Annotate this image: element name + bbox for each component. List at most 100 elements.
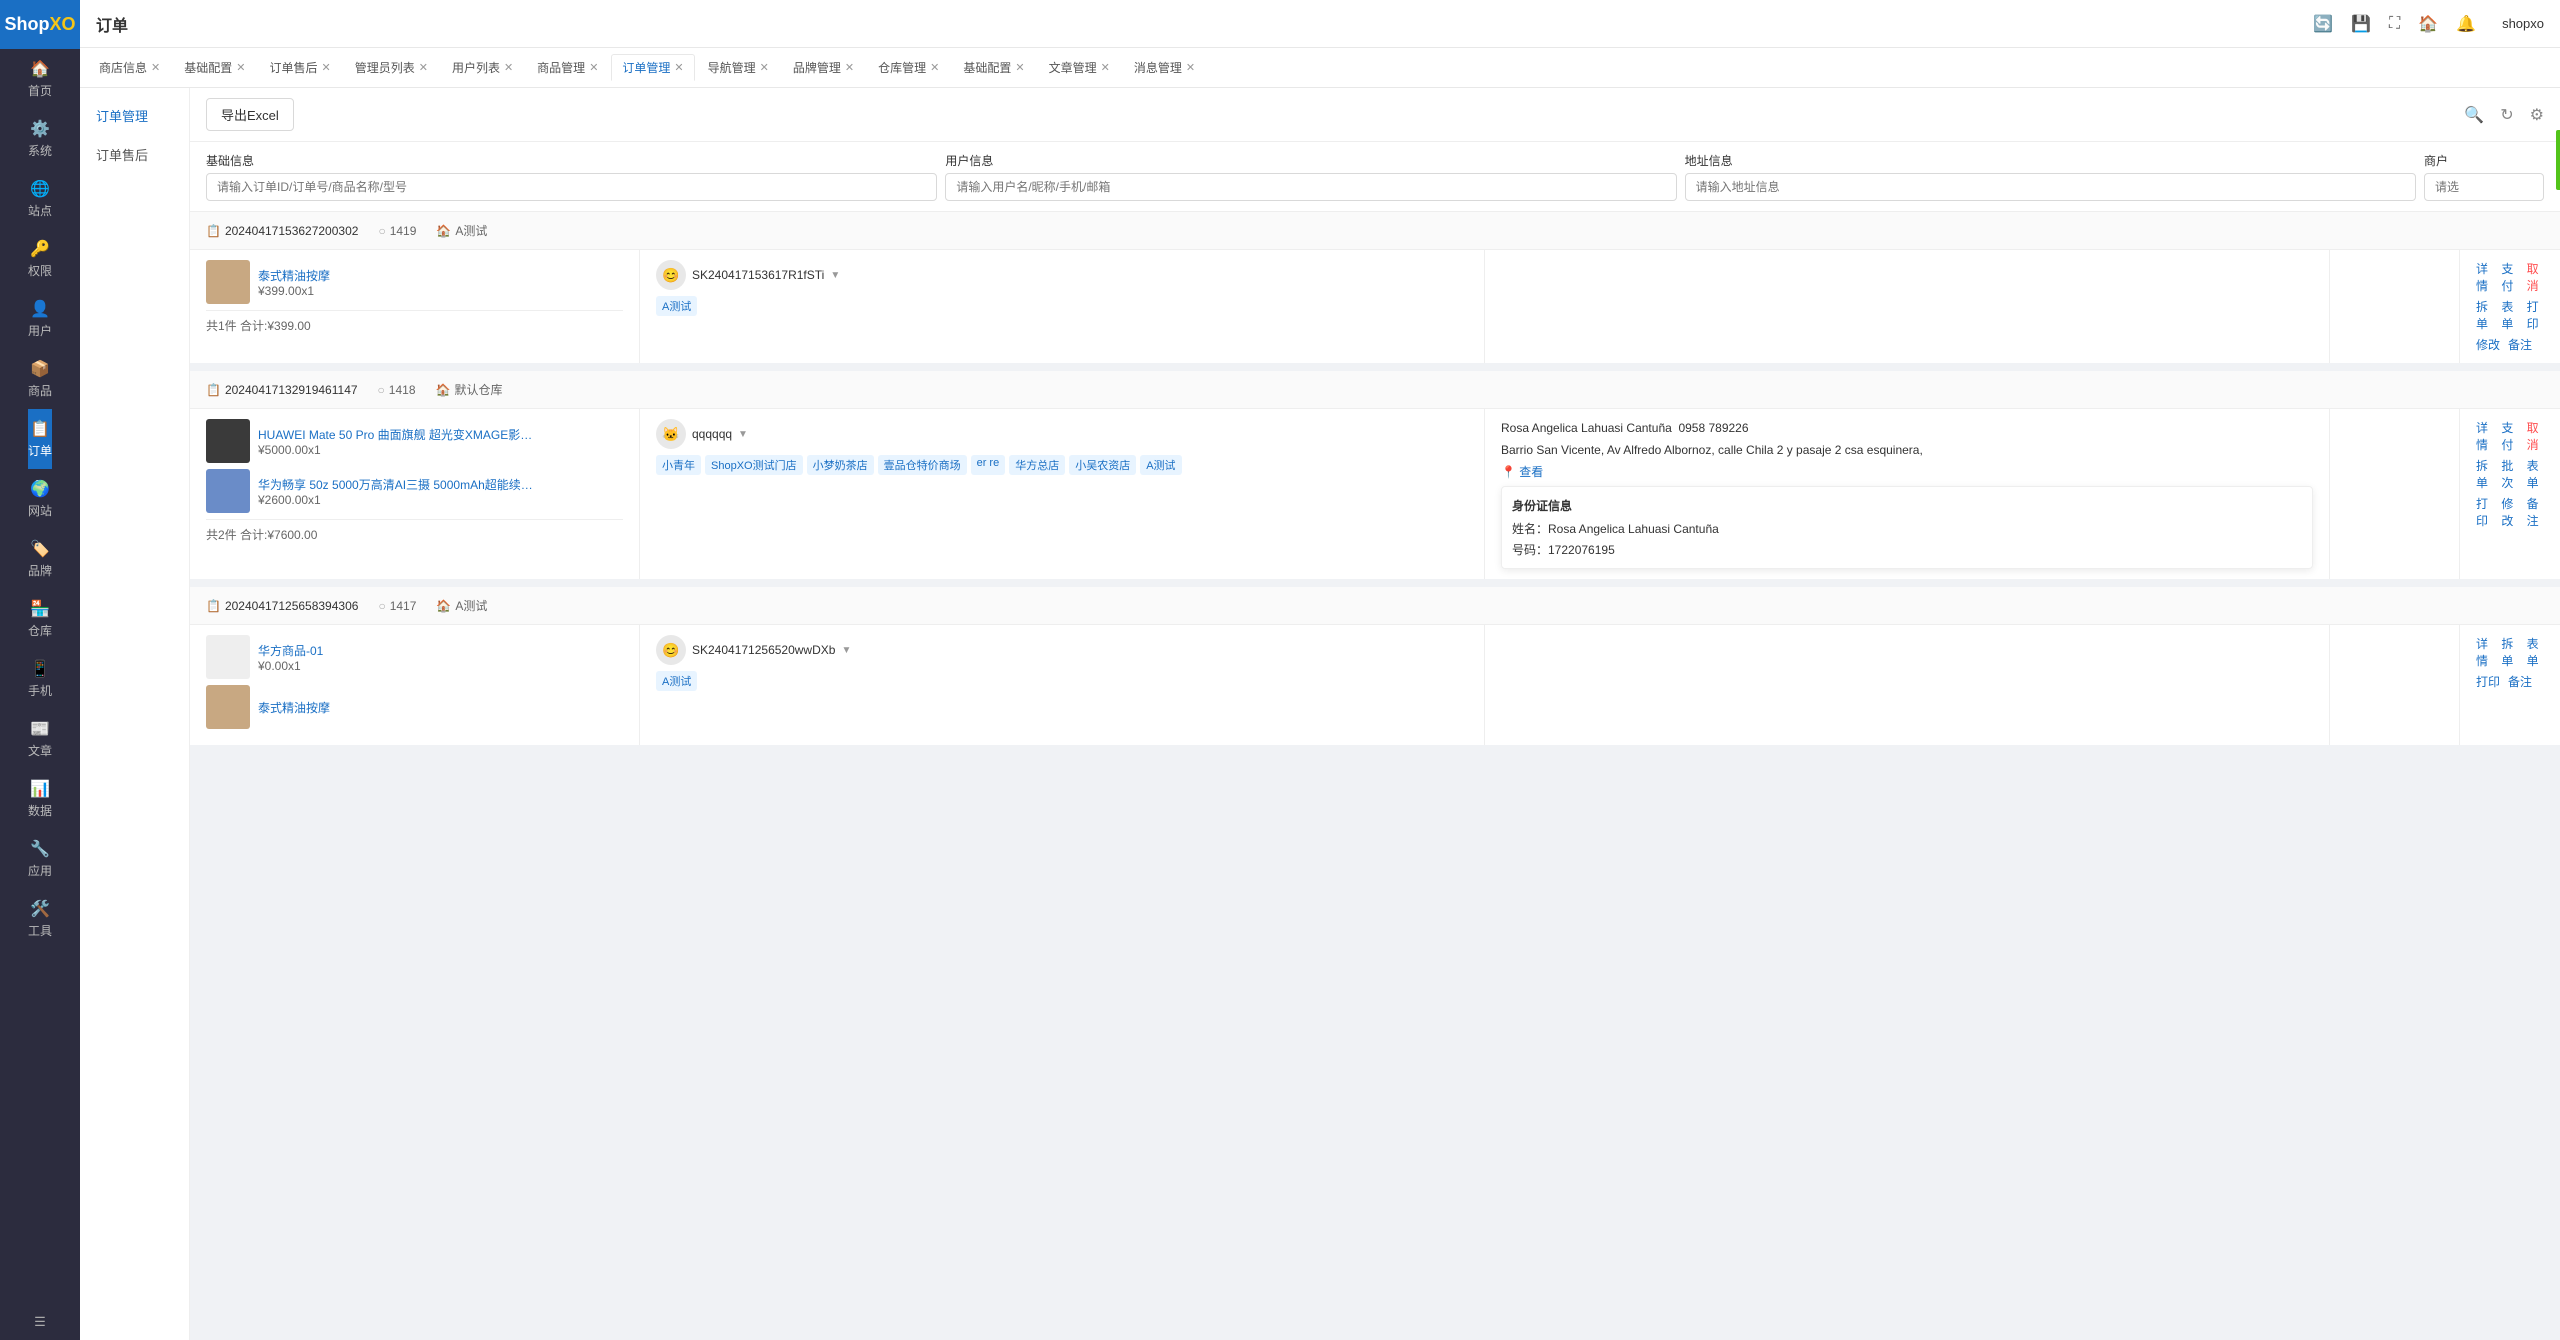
user-tag[interactable]: er re (971, 455, 1006, 475)
action-表单[interactable]: 表单 (2527, 457, 2544, 491)
tab-消息管理[interactable]: 消息管理✕ (1123, 54, 1206, 81)
tab-close[interactable]: ✕ (845, 61, 854, 74)
tab-close[interactable]: ✕ (1186, 61, 1195, 74)
tab-close[interactable]: ✕ (236, 61, 245, 74)
sidebar-item-user[interactable]: 👤用户 (28, 289, 52, 349)
user-tag[interactable]: 小梦奶茶店 (807, 455, 874, 475)
tab-基础配置[interactable]: 基础配置✕ (173, 54, 256, 81)
tabs-bar: 商店信息✕基础配置✕订单售后✕管理员列表✕用户列表✕商品管理✕订单管理✕导航管理… (80, 48, 2560, 88)
product-name[interactable]: 泰式精油按摩 (258, 267, 330, 284)
tab-用户列表[interactable]: 用户列表✕ (441, 54, 524, 81)
action-表单[interactable]: 表单 (2527, 635, 2544, 669)
tab-订单管理[interactable]: 订单管理✕ (611, 54, 694, 81)
user-tag[interactable]: 小青年 (656, 455, 701, 475)
action-详情[interactable]: 详情 (2476, 635, 2493, 669)
tab-基础配置[interactable]: 基础配置✕ (952, 54, 1035, 81)
user-tag[interactable]: ShopXO测试门店 (705, 455, 803, 475)
tab-close[interactable]: ✕ (589, 61, 598, 74)
reset-icon[interactable]: ↻ (2500, 105, 2513, 125)
sidebar-item-goods[interactable]: 📦商品 (28, 349, 52, 409)
filter-merchant-input[interactable] (2424, 173, 2544, 201)
action-详情[interactable]: 详情 (2476, 419, 2493, 453)
tab-close[interactable]: ✕ (504, 61, 513, 74)
nav-order-management[interactable]: 订单管理 (80, 96, 189, 135)
brand-label: 品牌 (28, 562, 52, 579)
sidebar-item-order[interactable]: 📋订单 (28, 409, 52, 469)
tab-商品管理[interactable]: 商品管理✕ (526, 54, 609, 81)
sidebar-item-warehouse[interactable]: 🏪仓库 (28, 589, 52, 649)
action-打印[interactable]: 打印 (2476, 673, 2500, 690)
tab-导航管理[interactable]: 导航管理✕ (697, 54, 780, 81)
tab-close[interactable]: ✕ (930, 61, 939, 74)
tab-close[interactable]: ✕ (151, 61, 160, 74)
action-支付[interactable]: 支付 (2501, 260, 2518, 294)
sidebar-item-mobile[interactable]: 📱手机 (28, 649, 52, 709)
action-拆单[interactable]: 拆单 (2476, 298, 2493, 332)
product-name[interactable]: 华方商品-01 (258, 642, 323, 659)
tab-仓库管理[interactable]: 仓库管理✕ (867, 54, 950, 81)
tab-商店信息[interactable]: 商店信息✕ (88, 54, 171, 81)
order-store: 🏠 A测试 (436, 597, 487, 614)
user-tag[interactable]: 小吴农资店 (1069, 455, 1136, 475)
tab-文章管理[interactable]: 文章管理✕ (1038, 54, 1121, 81)
action-打印[interactable]: 打印 (2527, 298, 2544, 332)
settings-icon[interactable]: ⚙ (2530, 105, 2544, 125)
user-tag[interactable]: 壹品仓特价商场 (878, 455, 967, 475)
sidebar-item-brand[interactable]: 🏷️品牌 (28, 529, 52, 589)
action-取消[interactable]: 取消 (2527, 419, 2544, 453)
product-name[interactable]: 泰式精油按摩 (258, 699, 330, 716)
sidebar-item-data[interactable]: 📊数据 (28, 769, 52, 829)
fullscreen-icon[interactable]: ⛶ (2389, 15, 2400, 33)
tab-close[interactable]: ✕ (1101, 61, 1110, 74)
search-icon[interactable]: 🔍 (2464, 105, 2484, 125)
tab-管理员列表[interactable]: 管理员列表✕ (344, 54, 439, 81)
save-icon[interactable]: 💾 (2351, 14, 2371, 34)
user-tag[interactable]: A测试 (656, 671, 697, 691)
website-label: 网站 (28, 502, 52, 519)
action-详情[interactable]: 详情 (2476, 260, 2493, 294)
filter-basic-input[interactable] (206, 173, 937, 201)
action-取消[interactable]: 取消 (2527, 260, 2544, 294)
user-tag[interactable]: 华方总店 (1009, 455, 1065, 475)
filter-address-input[interactable] (1685, 173, 2416, 201)
sidebar-item-system[interactable]: ⚙️系统 (28, 109, 52, 169)
sidebar-bottom[interactable]: ☰ (0, 1304, 80, 1340)
tab-close[interactable]: ✕ (419, 61, 428, 74)
action-打印[interactable]: 打印 (2476, 495, 2493, 529)
action-修改[interactable]: 修改 (2501, 495, 2518, 529)
logo[interactable]: ShopXO (0, 0, 80, 49)
action-备注[interactable]: 备注 (2527, 495, 2544, 529)
sidebar-item-website[interactable]: 🌍网站 (28, 469, 52, 529)
tab-close[interactable]: ✕ (674, 61, 683, 74)
tab-品牌管理[interactable]: 品牌管理✕ (782, 54, 865, 81)
sidebar-item-site[interactable]: 🌐站点 (28, 169, 52, 229)
sidebar-item-tools[interactable]: 🛠️工具 (28, 889, 52, 949)
action-拆单[interactable]: 拆单 (2501, 635, 2518, 669)
user-tag[interactable]: A测试 (656, 296, 697, 316)
nav-order-aftersale[interactable]: 订单售后 (80, 135, 189, 174)
tab-close[interactable]: ✕ (321, 61, 330, 74)
bell-icon[interactable]: 🔔 (2456, 14, 2476, 34)
sidebar-item-home[interactable]: 🏠首页 (28, 49, 52, 109)
sidebar-item-app[interactable]: 🔧应用 (28, 829, 52, 889)
sidebar-item-auth[interactable]: 🔑权限 (28, 229, 52, 289)
tab-close[interactable]: ✕ (760, 61, 769, 74)
sidebar-item-article[interactable]: 📰文章 (28, 709, 52, 769)
tab-订单售后[interactable]: 订单售后✕ (258, 54, 341, 81)
action-拆单[interactable]: 拆单 (2476, 457, 2493, 491)
home-icon[interactable]: 🏠 (2418, 14, 2438, 34)
action-备注[interactable]: 备注 (2508, 673, 2532, 690)
user-tag[interactable]: A测试 (1140, 455, 1181, 475)
action-表单[interactable]: 表单 (2501, 298, 2518, 332)
address-view-link[interactable]: 查看 (1519, 465, 1543, 479)
product-name[interactable]: HUAWEI Mate 50 Pro 曲面旗舰 超光变XMAGE影像 北斗卫星消… (258, 426, 538, 443)
action-修改[interactable]: 修改 (2476, 336, 2500, 353)
refresh-icon[interactable]: 🔄 (2313, 14, 2333, 34)
action-支付[interactable]: 支付 (2501, 419, 2518, 453)
product-name[interactable]: 华为畅享 50z 5000万高清AI三摄 5000mAh超能续航 128GB 宝… (258, 476, 538, 493)
action-备注[interactable]: 备注 (2508, 336, 2532, 353)
filter-user-input[interactable] (945, 173, 1676, 201)
tab-close[interactable]: ✕ (1015, 61, 1024, 74)
export-excel-button[interactable]: 导出Excel (206, 98, 294, 131)
action-批次[interactable]: 批次 (2501, 457, 2518, 491)
